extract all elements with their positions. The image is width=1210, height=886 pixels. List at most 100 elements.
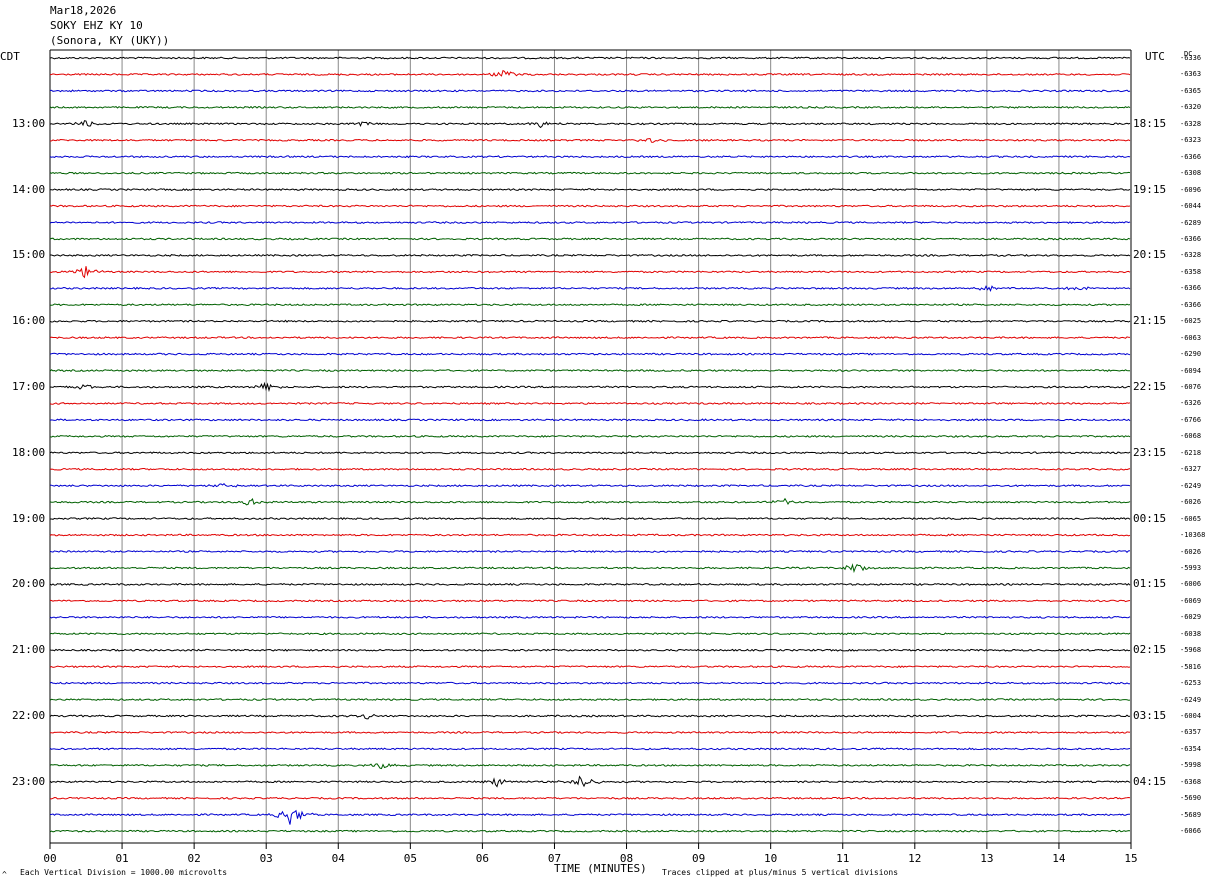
trace-line-22: [49, 418, 1131, 422]
x-tick-label-06: 06: [476, 852, 489, 865]
dc-offset-label: -6363: [1180, 70, 1202, 79]
dc-offset-label: -6358: [1180, 267, 1202, 276]
dc-offset-label: -6218: [1180, 448, 1202, 457]
dc-offset-label: -6026: [1180, 547, 1202, 556]
dc-offset-label: -6026: [1180, 498, 1202, 507]
trace-line-31: [49, 563, 1131, 574]
dc-offset-label: -6249: [1180, 695, 1202, 704]
trace-line-7: [49, 171, 1131, 175]
trace-line-14: [49, 285, 1131, 293]
right-hour-label: 01:15: [1133, 577, 1167, 591]
trace-line-3: [49, 105, 1131, 109]
left-hour-label: 20:00: [12, 577, 46, 591]
dc-offset-label: -6766: [1180, 415, 1202, 424]
trace-line-17: [49, 336, 1131, 340]
dc-offset-label: -5689: [1180, 810, 1202, 819]
dc-offset-label: -6323: [1180, 136, 1202, 145]
dc-offset-label: -6029: [1180, 613, 1202, 622]
dc-offset-label: -5816: [1180, 662, 1202, 671]
left-timezone: CDT: [0, 50, 20, 63]
left-hour-label: 13:00: [12, 116, 46, 130]
dc-offset-label: -6096: [1180, 185, 1202, 194]
dc-offset-label: -6249: [1180, 481, 1202, 490]
x-axis-title: TIME (MINUTES): [554, 862, 647, 875]
dc-offset-label: -6326: [1180, 399, 1202, 408]
dc-offset-label: -6368: [1180, 777, 1202, 786]
trace-line-39: [49, 698, 1131, 701]
x-tick-label-00: 00: [43, 852, 56, 865]
dc-offset-label: -5993: [1180, 563, 1202, 572]
x-tick-label-11: 11: [836, 852, 849, 865]
trace-line-8: [50, 188, 1131, 192]
dc-offset-label: -6328: [1180, 251, 1202, 260]
trace-line-13: [49, 266, 1131, 279]
trace-line-0: [49, 56, 1131, 60]
trace-line-27: [49, 497, 1131, 506]
dc-offset-label: -6327: [1180, 465, 1202, 474]
right-hour-label: 20:15: [1133, 248, 1167, 262]
trace-line-24: [49, 451, 1131, 455]
trace-line-43: [49, 763, 1131, 770]
trace-line-11: [49, 237, 1131, 241]
trace-line-4: [49, 120, 1131, 129]
trace-group: [49, 56, 1131, 833]
dc-offset-label: -6357: [1180, 728, 1202, 737]
trace-line-34: [49, 615, 1131, 619]
dc-offset-label: -6069: [1180, 596, 1202, 605]
dc-offset-label: -6289: [1180, 218, 1202, 227]
dc-offset-label: -6068: [1180, 432, 1202, 441]
left-hour-label: 19:00: [12, 511, 46, 525]
trace-line-16: [49, 319, 1131, 323]
dc-offset-label: -6044: [1180, 202, 1202, 211]
x-tick-label-13: 13: [980, 852, 993, 865]
trace-line-20: [49, 381, 1131, 393]
dc-offset-label: -6320: [1180, 103, 1202, 112]
trace-line-26: [49, 483, 1131, 488]
dc-offset-label: -6063: [1180, 333, 1202, 342]
clip-note: Traces clipped at plus/minus 5 vertical …: [662, 868, 899, 877]
dc-offset-label: -6328: [1180, 119, 1202, 128]
trace-line-32: [49, 582, 1131, 586]
trace-line-46: [49, 809, 1130, 825]
trace-line-37: [49, 665, 1131, 669]
dc-offset-label: -6066: [1180, 827, 1202, 836]
dc-offset-label: -6006: [1180, 580, 1202, 589]
x-tick-label-10: 10: [764, 852, 777, 865]
dc-offset-label: -6004: [1180, 712, 1202, 720]
right-hour-label: 21:15: [1133, 314, 1167, 328]
trace-line-41: [49, 730, 1131, 734]
dc-offset-label: -6366: [1180, 284, 1202, 293]
trace-line-35: [49, 632, 1131, 636]
dc-offset-label: -6365: [1180, 86, 1202, 95]
dc-offset-label: -5998: [1180, 761, 1202, 770]
left-hour-label: 15:00: [12, 248, 46, 262]
dc-offset-label: -5968: [1180, 646, 1202, 655]
right-hour-label: 03:15: [1133, 709, 1167, 722]
dc-offset-label: -6290: [1180, 350, 1202, 359]
x-tick-label-01: 01: [115, 852, 128, 865]
left-hour-label: 16:00: [12, 314, 46, 328]
trace-line-1: [49, 69, 1131, 77]
corner-mark: ^: [2, 870, 7, 879]
right-hour-label: 00:15: [1133, 511, 1167, 525]
dc-offset-label: -6308: [1180, 169, 1202, 178]
trace-line-23: [49, 434, 1131, 438]
right-timezone: UTC: [1145, 50, 1165, 63]
dc-offset-label: -6253: [1180, 679, 1202, 688]
left-hour-label: 18:00: [12, 445, 46, 459]
trace-line-25: [49, 467, 1131, 471]
right-hour-label: 22:15: [1133, 380, 1167, 393]
trace-line-29: [49, 533, 1131, 537]
dc-offset-label: -6094: [1180, 366, 1202, 375]
trace-line-19: [49, 369, 1131, 372]
dc-offset-label: -5690: [1180, 794, 1202, 803]
trace-line-33: [49, 599, 1131, 603]
helicorder-plot: 00 01 02 03 04 05 06 07 08 09 10 11 12 13 14 15: [43, 49, 1138, 865]
trace-line-36: [49, 648, 1131, 652]
station-code: SOKY EHZ KY 10: [50, 19, 143, 32]
left-hour-label: 14:00: [12, 182, 46, 196]
trace-line-30: [49, 549, 1131, 554]
trace-line-45: [49, 796, 1131, 800]
x-tick-label-15: 15: [1124, 852, 1137, 865]
dc-offset-label: -6366: [1180, 234, 1202, 243]
